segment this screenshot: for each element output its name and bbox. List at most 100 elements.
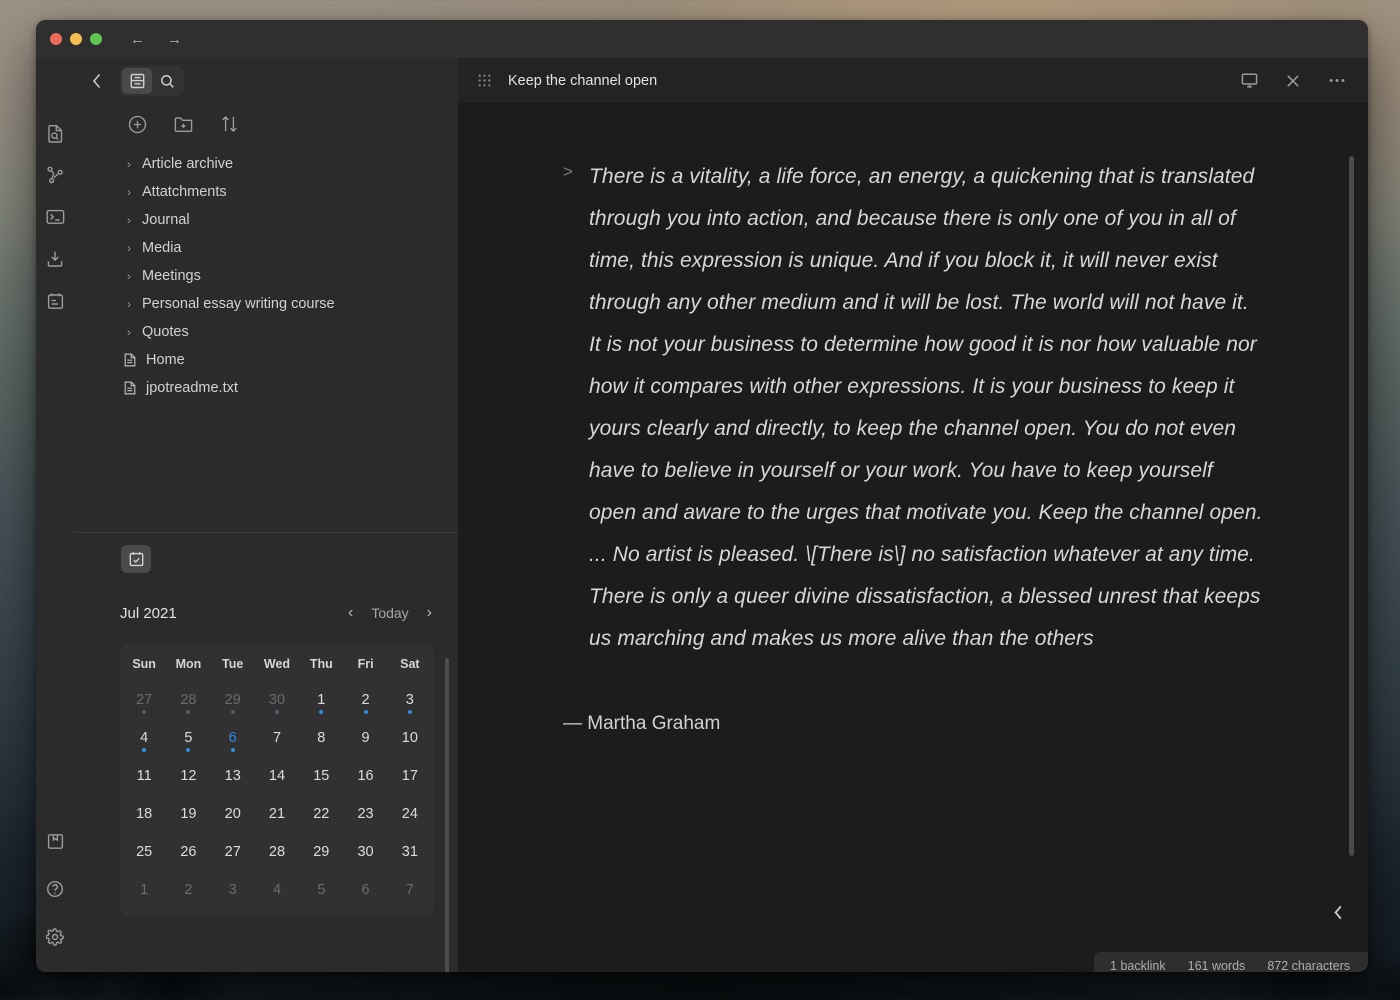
calendar-day[interactable]: 29: [299, 833, 343, 871]
search-tab[interactable]: [152, 68, 182, 94]
back-arrow-icon[interactable]: ←: [130, 32, 145, 47]
vault-icon[interactable]: [42, 828, 68, 854]
calendar-day[interactable]: 27: [211, 833, 255, 871]
tree-item-label: Media: [142, 240, 182, 256]
calendar-day-number: 28: [268, 844, 286, 860]
tree-item-label: Journal: [142, 212, 190, 228]
help-icon[interactable]: [42, 876, 68, 902]
calendar-day[interactable]: 26: [166, 833, 210, 871]
file-search-icon[interactable]: [42, 120, 68, 146]
calendar-day[interactable]: 13: [211, 757, 255, 795]
presentation-icon[interactable]: [1240, 72, 1258, 90]
calendar-day[interactable]: 21: [255, 795, 299, 833]
calendar-day[interactable]: 16: [343, 757, 387, 795]
today-button[interactable]: Today: [371, 605, 408, 621]
calendar-day[interactable]: 28: [166, 681, 210, 719]
calendar-day[interactable]: 20: [211, 795, 255, 833]
calendar-day[interactable]: 19: [166, 795, 210, 833]
maximize-window-button[interactable]: [90, 33, 102, 45]
new-folder-button[interactable]: [172, 113, 194, 135]
tree-item-folder[interactable]: › Personal essay writing course: [74, 290, 458, 318]
calendar-day[interactable]: 30: [255, 681, 299, 719]
tasks-icon[interactable]: [42, 288, 68, 314]
tree-item-file[interactable]: Home: [74, 346, 458, 374]
minimize-window-button[interactable]: [70, 33, 82, 45]
calendar-day-number: 6: [228, 730, 237, 746]
calendar-day[interactable]: 14: [255, 757, 299, 795]
calendar-day-number: 11: [136, 768, 152, 784]
calendar-day[interactable]: 31: [388, 833, 432, 871]
calendar-toolbar: [74, 533, 458, 585]
calendar-day[interactable]: 18: [122, 795, 166, 833]
tree-item-folder[interactable]: › Media: [74, 234, 458, 262]
close-window-button[interactable]: [50, 33, 62, 45]
calendar-day[interactable]: 2: [343, 681, 387, 719]
calendar-day-grid: 27 28 29 30 1 2 3 4 5 6 7 8 9 10 11 12 13 14 15 16 17 18 19 20 2…: [122, 681, 432, 909]
note-content[interactable]: > There is a vitality, a life force, an …: [563, 104, 1263, 740]
calendar-day[interactable]: 30: [343, 833, 387, 871]
calendar-day[interactable]: 25: [122, 833, 166, 871]
tree-item-file[interactable]: jpotreadme.txt: [74, 374, 458, 402]
collapse-sidebar-right-button[interactable]: [1330, 904, 1346, 920]
calendar-day[interactable]: 11: [122, 757, 166, 795]
close-icon[interactable]: [1284, 72, 1302, 90]
calendar-day[interactable]: 22: [299, 795, 343, 833]
calendar-day[interactable]: 4: [122, 719, 166, 757]
calendar-tab[interactable]: [121, 545, 151, 573]
prev-month-button[interactable]: ‹: [346, 604, 355, 622]
calendar-day[interactable]: 5: [166, 719, 210, 757]
calendar-day[interactable]: 3: [211, 871, 255, 909]
editor-scroll-area[interactable]: > There is a vitality, a life force, an …: [458, 104, 1368, 972]
calendar-day[interactable]: 7: [255, 719, 299, 757]
calendar-day[interactable]: 4: [255, 871, 299, 909]
next-month-button[interactable]: ›: [425, 604, 434, 622]
new-note-button[interactable]: [126, 113, 148, 135]
more-options-icon[interactable]: [1328, 72, 1346, 90]
note-title: Keep the channel open: [508, 72, 658, 89]
calendar-day[interactable]: 29: [211, 681, 255, 719]
sort-button[interactable]: [218, 113, 240, 135]
tree-item-folder[interactable]: › Attatchments: [74, 178, 458, 206]
calendar-day[interactable]: 12: [166, 757, 210, 795]
calendar-day-number: 13: [224, 768, 241, 784]
calendar-day[interactable]: 6: [343, 871, 387, 909]
calendar-day[interactable]: 28: [255, 833, 299, 871]
files-tab[interactable]: [122, 68, 152, 94]
tree-item-label: Personal essay writing course: [142, 296, 335, 312]
calendar-day[interactable]: 15: [299, 757, 343, 795]
calendar-day-number: 1: [317, 692, 326, 708]
calendar-day[interactable]: 8: [299, 719, 343, 757]
chevron-right-icon: ›: [127, 325, 131, 339]
drag-handle-icon[interactable]: [478, 74, 494, 87]
forward-arrow-icon[interactable]: →: [167, 32, 182, 47]
calendar-day-number: 17: [401, 768, 418, 784]
calendar-day-number: 24: [401, 806, 418, 822]
calendar-day[interactable]: 10: [388, 719, 432, 757]
calendar-day[interactable]: 27: [122, 681, 166, 719]
calendar-day[interactable]: 24: [388, 795, 432, 833]
graph-icon[interactable]: [42, 162, 68, 188]
editor-scrollbar[interactable]: [1349, 156, 1354, 856]
calendar-day[interactable]: 2: [166, 871, 210, 909]
calendar-day[interactable]: 7: [388, 871, 432, 909]
calendar-day[interactable]: 1: [299, 681, 343, 719]
calendar-day[interactable]: 23: [343, 795, 387, 833]
sidebar-collapse-icon[interactable]: [84, 68, 110, 94]
tree-item-folder[interactable]: › Article archive: [74, 150, 458, 178]
calendar-day[interactable]: 5: [299, 871, 343, 909]
calendar-day[interactable]: 1: [122, 871, 166, 909]
calendar-day[interactable]: 17: [388, 757, 432, 795]
tree-item-label: jpotreadme.txt: [146, 380, 238, 396]
calendar-day[interactable]: 9: [343, 719, 387, 757]
tree-item-folder[interactable]: › Meetings: [74, 262, 458, 290]
calendar-day-number: 7: [272, 730, 282, 746]
sidebar-scrollbar[interactable]: [445, 658, 449, 972]
calendar-day-number: 2: [361, 692, 370, 708]
settings-icon[interactable]: [42, 924, 68, 950]
tree-item-folder[interactable]: › Journal: [74, 206, 458, 234]
terminal-icon[interactable]: [42, 204, 68, 230]
import-icon[interactable]: [42, 246, 68, 272]
calendar-day[interactable]: 3: [388, 681, 432, 719]
tree-item-folder[interactable]: › Quotes: [74, 318, 458, 346]
calendar-day[interactable]: 6: [211, 719, 255, 757]
